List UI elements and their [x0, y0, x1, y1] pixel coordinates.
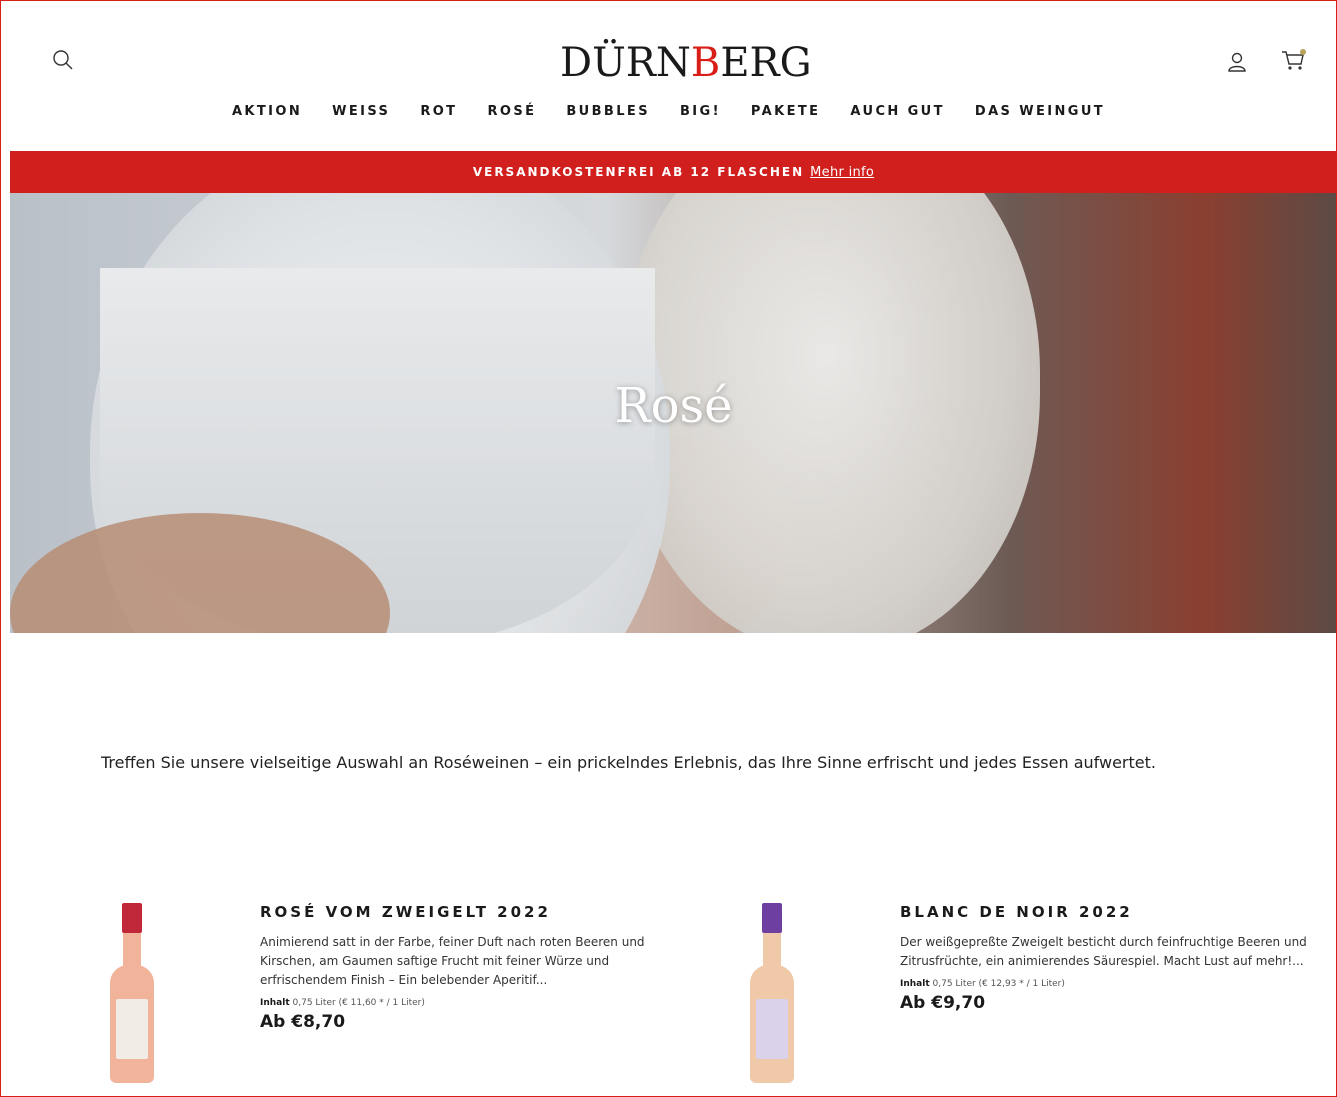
logo-prefix: DÜRN — [560, 40, 691, 86]
main-navigation: AKTION WEISS ROT ROSÉ BUBBLES BIG! PAKET… — [0, 100, 1337, 124]
bottle-cap — [122, 903, 142, 933]
nav-item-rot[interactable]: ROT — [405, 100, 472, 124]
bottle-label — [756, 999, 788, 1059]
nav-item-aktion[interactable]: AKTION — [217, 100, 317, 124]
product-info: BLANC DE NOIR 2022 Der weißgepreßte Zwei… — [900, 903, 1310, 1013]
product-title[interactable]: BLANC DE NOIR 2022 — [900, 903, 1310, 921]
unit-label: Inhalt — [900, 979, 930, 989]
cart-icon — [1282, 49, 1306, 70]
product-description: Animierend satt in der Farbe, feiner Duf… — [260, 935, 645, 987]
announcement-more-info-link[interactable]: Mehr info — [810, 165, 874, 180]
nav-item-weiss[interactable]: WEISS — [317, 100, 405, 124]
search-button[interactable] — [48, 45, 78, 75]
unit-value: 0,75 Liter (€ 11,60 * / 1 Liter) — [292, 998, 425, 1008]
brand-logo[interactable]: DÜRNBERG — [560, 38, 812, 88]
bottle-label — [116, 999, 148, 1059]
nav-item-rose[interactable]: ROSÉ — [472, 100, 551, 124]
product-description: Der weißgepreßte Zweigelt besticht durch… — [900, 935, 1307, 968]
product-card: ROSÉ VOM ZWEIGELT 2022 Animierend satt i… — [100, 895, 660, 1095]
announcement-bar: VERSANDKOSTENFREI AB 12 FLASCHEN Mehr in… — [10, 151, 1337, 193]
nav-item-pakete[interactable]: PAKETE — [736, 100, 836, 124]
product-info: ROSÉ VOM ZWEIGELT 2022 Animierend satt i… — [260, 903, 670, 1032]
site-header: DÜRNBERG AKTION WEISS ROT ROSÉ BUBBLES B… — [0, 0, 1337, 150]
nav-item-auch-gut[interactable]: AUCH GUT — [835, 100, 959, 124]
collection-intro: Treffen Sie unsere vielseitige Auswahl a… — [101, 753, 1156, 772]
logo-mark: B — [690, 40, 721, 86]
product-image[interactable] — [750, 903, 794, 1083]
hero-banner: Rosé — [10, 193, 1337, 633]
search-icon — [53, 50, 73, 70]
bottle-cap — [762, 903, 782, 933]
product-title[interactable]: ROSÉ VOM ZWEIGELT 2022 — [260, 903, 670, 921]
nav-item-das-weingut[interactable]: DAS WEINGUT — [960, 100, 1120, 124]
account-button[interactable] — [1222, 47, 1252, 77]
unit-value: 0,75 Liter (€ 12,93 * / 1 Liter) — [932, 979, 1065, 989]
logo-suffix: ERG — [720, 40, 812, 86]
nav-item-big[interactable]: BIG! — [665, 100, 736, 124]
user-icon — [1228, 52, 1246, 72]
nav-item-bubbles[interactable]: BUBBLES — [551, 100, 665, 124]
product-card: BLANC DE NOIR 2022 Der weißgepreßte Zwei… — [740, 895, 1307, 1095]
product-price: Ab €8,70 — [260, 1012, 346, 1032]
cart-button[interactable] — [1278, 45, 1308, 75]
announcement-text: VERSANDKOSTENFREI AB 12 FLASCHEN — [472, 165, 805, 179]
unit-label: Inhalt — [260, 998, 290, 1008]
product-image[interactable] — [110, 903, 154, 1083]
product-unit-info: Inhalt 0,75 Liter (€ 12,93 * / 1 Liter) — [900, 979, 1310, 989]
product-price: Ab €9,70 — [900, 993, 986, 1013]
product-unit-info: Inhalt 0,75 Liter (€ 11,60 * / 1 Liter) — [260, 998, 670, 1008]
page-title: Rosé — [614, 378, 733, 434]
